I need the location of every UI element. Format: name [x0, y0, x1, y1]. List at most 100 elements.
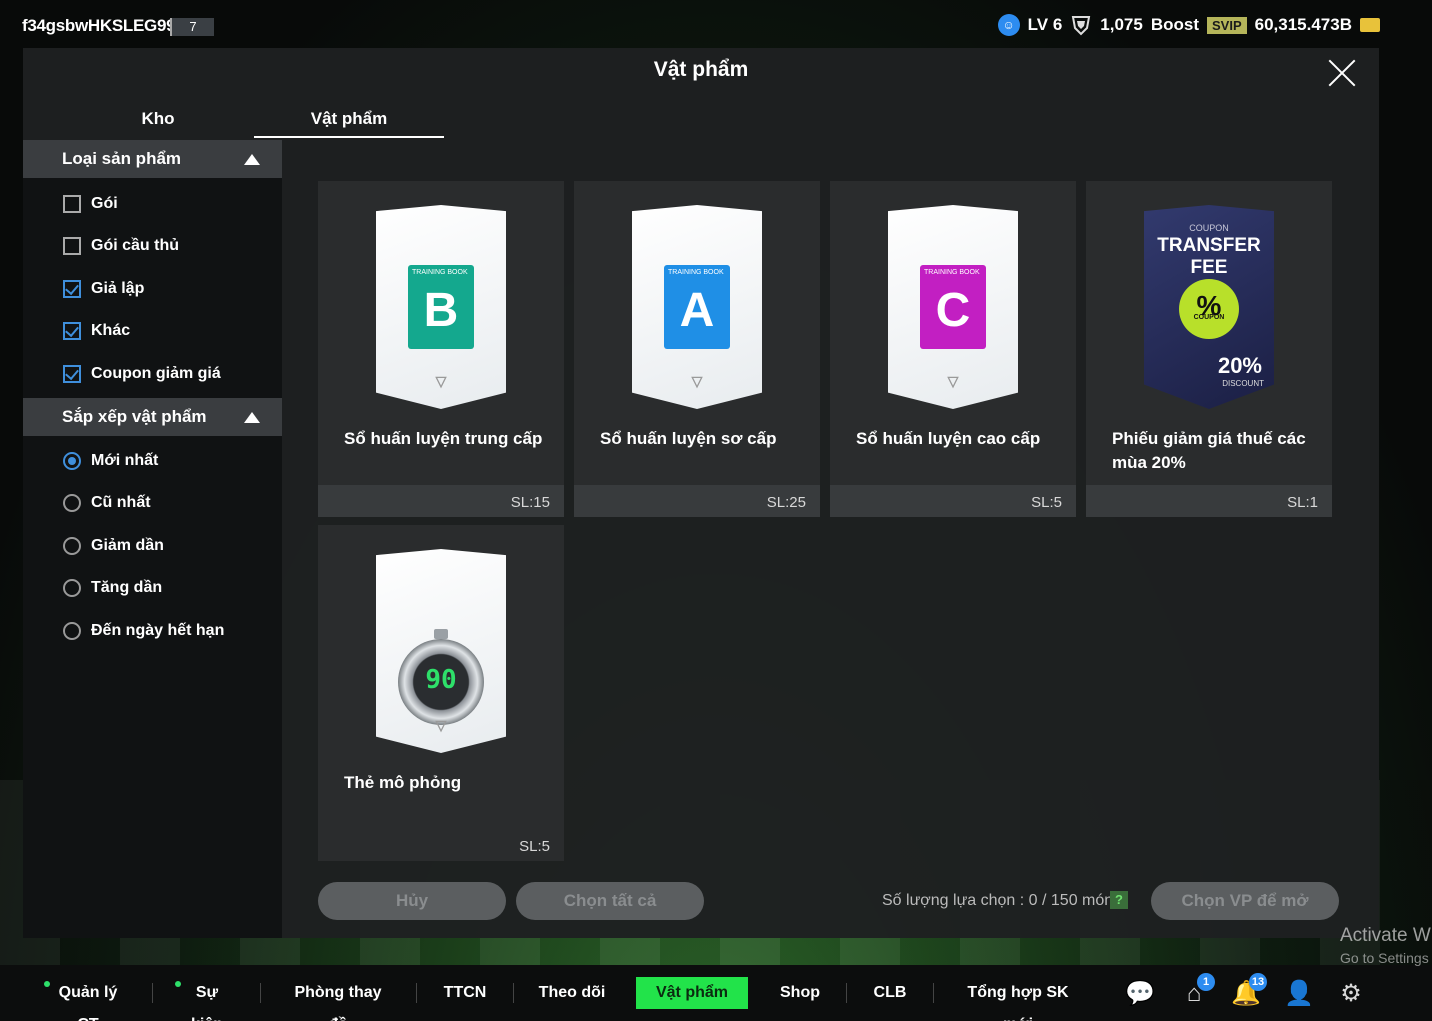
filter-option-label: Khác: [91, 322, 131, 339]
items-modal: Vật phẩm Kho Vật phẩm Loại sản phẩm Gói …: [23, 48, 1379, 938]
chat-icon[interactable]: 💬: [1125, 979, 1155, 1009]
smiley-icon: ☺: [997, 14, 1020, 36]
nav-quan-ly-ct[interactable]: Quản lý CT: [44, 977, 126, 1021]
radio-icon[interactable]: [63, 579, 81, 597]
filter-option-label: Coupon giảm giá: [91, 365, 221, 382]
checkbox-checked-icon[interactable]: [63, 322, 81, 340]
item-card-training-book-b[interactable]: TRAINING BOOK B ▽ Sổ huấn luyện trung cấ…: [318, 181, 564, 517]
level-label: LV 6: [1027, 15, 1063, 34]
discount-label: DISCOUNT: [1222, 379, 1264, 388]
modal-title: Vật phẩm: [653, 58, 749, 81]
checkbox-icon[interactable]: [63, 237, 81, 255]
collapse-arrow-icon: [244, 412, 260, 423]
nav-tong-hop-sk-moi[interactable]: Tổng hợp SK mới: [957, 977, 1079, 1021]
item-card-simulation[interactable]: 90 ▽ Thẻ mô phỏng SL:5: [318, 525, 564, 861]
item-image: 90 ▽: [376, 549, 506, 753]
tab-vat-pham[interactable]: Vật phẩm: [254, 100, 444, 138]
coupon-title: TRANSFER FEE: [1157, 235, 1261, 278]
open-items-button[interactable]: Chọn VP để mở: [1151, 882, 1339, 920]
nav-divider: [152, 983, 153, 1003]
activate-windows-subtext: Go to Settings: [1340, 950, 1429, 966]
sort-option-oldest[interactable]: Cũ nhất: [63, 490, 151, 516]
user-level-badge: 7: [170, 18, 214, 36]
item-name: Sổ huấn luyện trung cấp: [344, 429, 543, 448]
bottom-navigation: Quản lý CT Sự kiện Phòng thay đồ TTCN Th…: [0, 965, 1432, 1021]
nav-divider: [846, 983, 847, 1003]
user-icon[interactable]: 👤: [1284, 979, 1314, 1009]
radio-icon[interactable]: [63, 537, 81, 555]
coupon-top-label: COUPON: [1189, 223, 1229, 233]
item-image: COUPON TRANSFER FEE % COUPON 20% DISCOUN…: [1144, 205, 1274, 409]
cancel-button[interactable]: Hủy: [318, 882, 506, 920]
rank-shield-icon: [1072, 16, 1091, 36]
nav-label: Quản lý CT: [58, 984, 118, 1021]
discount-value: 20%: [1217, 353, 1262, 378]
item-image: TRAINING BOOK B ▽: [376, 205, 506, 409]
top-bar: f34gsbwHKSLEG99 7 ☺ LV 6 1,075 Boost SVI…: [0, 0, 1432, 52]
item-card-training-book-c[interactable]: TRAINING BOOK C ▽ Sổ huấn luyện cao cấp …: [830, 181, 1076, 517]
nav-theo-doi[interactable]: Theo dõi: [538, 977, 606, 1009]
select-all-button[interactable]: Chọn tất cả: [516, 882, 704, 920]
book-title: TRAINING BOOK: [668, 269, 724, 276]
filter-option-gia-lap[interactable]: Giả lập: [63, 276, 144, 302]
nav-divider: [416, 983, 417, 1003]
nav-shop[interactable]: Shop: [778, 977, 822, 1009]
nav-divider: [513, 983, 514, 1003]
percent-badge-icon: % COUPON: [1179, 279, 1239, 339]
sort-option-label: Đến ngày hết hạn: [91, 622, 225, 639]
brand-logo-icon: ▽: [435, 373, 447, 389]
home-badge: 1: [1197, 973, 1215, 991]
tab-kho[interactable]: Kho: [23, 100, 293, 138]
svip-badge: SVIP: [1207, 16, 1247, 34]
nav-ttcn[interactable]: TTCN: [440, 977, 490, 1009]
sort-option-descending[interactable]: Giảm dần: [63, 533, 164, 559]
bell-badge: 13: [1249, 973, 1267, 991]
item-name: Sổ huấn luyện cao cấp: [856, 429, 1041, 448]
nav-phong-thay-do[interactable]: Phòng thay đồ: [285, 977, 391, 1021]
help-icon[interactable]: ?: [1110, 891, 1128, 909]
book-letter: B: [423, 284, 459, 337]
category-title: Loại sản phẩm: [62, 149, 182, 168]
checkbox-checked-icon[interactable]: [63, 280, 81, 298]
filter-option-goi-cau-thu[interactable]: Gói cầu thủ: [63, 233, 179, 259]
item-quantity: SL:5: [1031, 494, 1062, 511]
radio-icon[interactable]: [63, 622, 81, 640]
filter-sidebar: Loại sản phẩm Gói Gói cầu thủ Giả lập Kh…: [23, 140, 282, 938]
item-name: Sổ huấn luyện sơ cấp: [600, 429, 777, 448]
home-icon[interactable]: ⌂ 1: [1179, 973, 1215, 1009]
checkbox-icon[interactable]: [63, 195, 81, 213]
filter-option-khac[interactable]: Khác: [63, 318, 130, 344]
bell-icon[interactable]: 🔔 13: [1231, 973, 1267, 1009]
item-card-training-book-a[interactable]: TRAINING BOOK A ▽ Sổ huấn luyện sơ cấp S…: [574, 181, 820, 517]
sort-option-label: Tăng dần: [91, 579, 163, 596]
nav-su-kien[interactable]: Sự kiện: [175, 977, 233, 1021]
notification-dot-icon: [175, 981, 181, 987]
gear-icon[interactable]: ⚙: [1336, 979, 1366, 1009]
sort-option-ascending[interactable]: Tăng dần: [63, 575, 162, 601]
stopwatch-icon: 90: [398, 629, 484, 725]
nav-vat-pham[interactable]: Vật phẩm: [636, 977, 748, 1009]
sort-option-expiry[interactable]: Đến ngày hết hạn: [63, 618, 224, 644]
nav-clb[interactable]: CLB: [870, 977, 910, 1009]
training-book-icon: TRAINING BOOK A: [664, 265, 730, 349]
item-name: Thẻ mô phỏng: [344, 773, 462, 792]
close-icon[interactable]: [1327, 58, 1357, 88]
filter-option-goi[interactable]: Gói: [63, 191, 118, 217]
item-quantity: SL:1: [1287, 494, 1318, 511]
sort-option-newest[interactable]: Mới nhất: [63, 448, 158, 474]
radio-selected-icon[interactable]: [63, 452, 81, 470]
nav-label: Sự kiện: [191, 984, 223, 1021]
item-quantity: SL:15: [510, 494, 550, 511]
modal-tabs: Kho Vật phẩm: [23, 100, 444, 138]
checkbox-checked-icon[interactable]: [63, 365, 81, 383]
sort-section-header[interactable]: Sắp xếp vật phẩm: [23, 398, 282, 436]
category-section-header[interactable]: Loại sản phẩm: [23, 140, 282, 178]
radio-icon[interactable]: [63, 494, 81, 512]
rank-value: 1,075: [1100, 15, 1143, 34]
book-title: TRAINING BOOK: [412, 269, 468, 276]
filter-option-coupon[interactable]: Coupon giảm giá: [63, 361, 221, 387]
item-image: TRAINING BOOK A ▽: [632, 205, 762, 409]
filter-option-label: Giả lập: [91, 280, 145, 297]
item-card-transfer-coupon[interactable]: COUPON TRANSFER FEE % COUPON 20% DISCOUN…: [1086, 181, 1332, 517]
brand-logo-icon: ▽: [947, 373, 959, 389]
